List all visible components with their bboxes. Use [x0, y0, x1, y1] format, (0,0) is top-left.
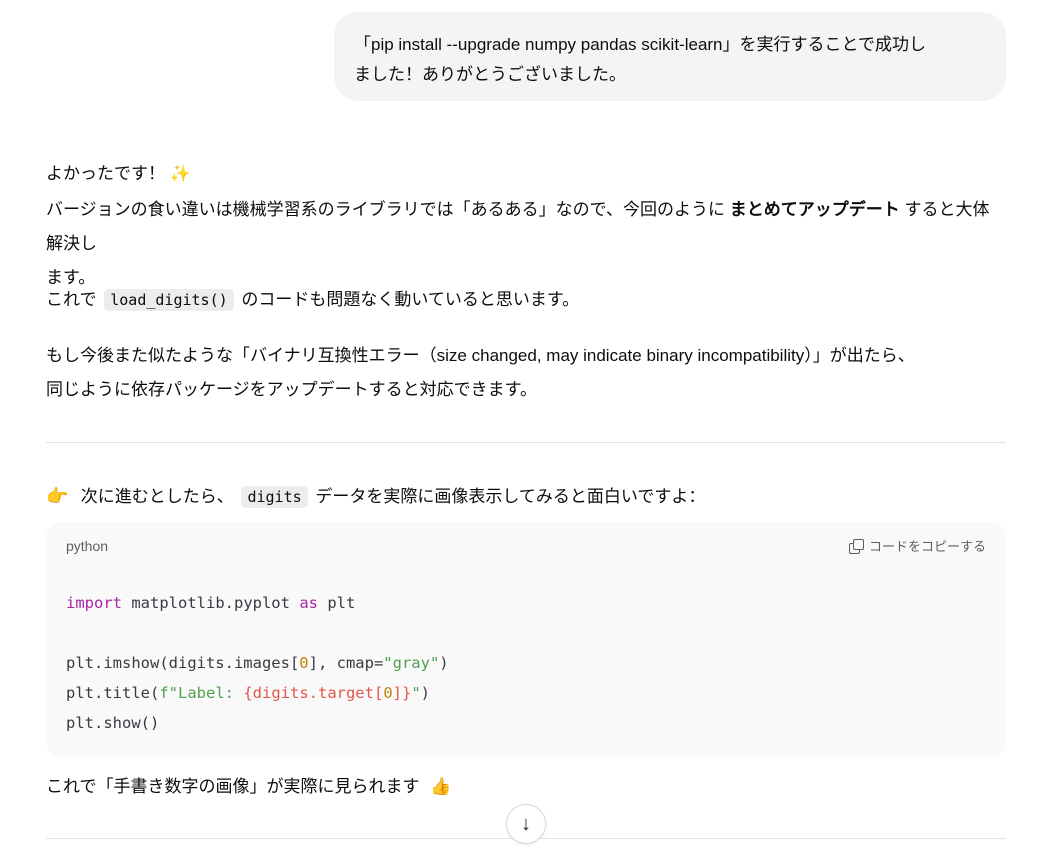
paragraph-text: 次に進むとしたら、 — [80, 487, 234, 506]
pointing-hand-icon: 👉 — [46, 486, 69, 506]
bold-text: まとめてアップデート — [729, 200, 900, 219]
paragraph-text: バージョンの食い違いは機械学習系のライブラリでは「あるある」なので、今回のように — [46, 200, 725, 219]
assistant-paragraph-3: もし今後また似たような「バイナリ互換性エラー（size changed, may… — [46, 339, 1006, 407]
closing-line: これで「手書き数字の画像」が実際に見られます 👍 — [46, 770, 1006, 804]
code-block: python コードをコピーする import matplotlib.pyplo… — [46, 522, 1006, 757]
user-message-line: ました！ありがとうございました。 — [354, 65, 626, 84]
user-message-line: 「pip install --upgrade numpy pandas scik… — [354, 35, 927, 54]
assistant-paragraph-1: バージョンの食い違いは機械学習系のライブラリでは「あるある」なので、今回のように… — [46, 193, 1006, 295]
user-message-bubble: 「pip install --upgrade numpy pandas scik… — [334, 12, 1006, 101]
code-content: import matplotlib.pyplot as plt plt.imsh… — [66, 594, 449, 732]
copy-code-button[interactable]: コードをコピーする — [848, 536, 986, 555]
paragraph-text: のコードも問題なく動いていると思います。 — [241, 290, 580, 309]
scroll-down-button[interactable]: ↓ — [506, 804, 546, 844]
paragraph-text: データを実際に画像表示してみると面白いですよ： — [315, 487, 706, 506]
sparkle-icon: ✨ — [169, 164, 191, 183]
next-step-line: 👉 次に進むとしたら、 digits データを実際に画像表示してみると面白いです… — [46, 479, 1006, 514]
thumbs-up-icon: 👍 — [430, 777, 452, 796]
paragraph-text: もし今後また似たような「バイナリ互換性エラー（size changed, may… — [46, 346, 915, 365]
inline-code: digits — [241, 486, 308, 508]
code-language-label: python — [66, 538, 109, 554]
inline-code: load_digits() — [104, 289, 234, 311]
assistant-greeting: よかったです！ ✨ — [46, 157, 1006, 191]
greeting-text: よかったです！ — [46, 164, 165, 183]
assistant-paragraph-2: これで load_digits() のコードも問題なく動いていると思います。 — [46, 283, 1006, 317]
copy-code-label: コードをコピーする — [868, 539, 986, 554]
copy-icon — [848, 538, 864, 554]
arrow-down-icon: ↓ — [521, 812, 531, 835]
section-divider — [46, 442, 1006, 443]
paragraph-text: 同じように依存パッケージをアップデートすると対応できます。 — [46, 380, 537, 399]
paragraph-text: これで — [46, 290, 97, 309]
paragraph-text: これで「手書き数字の画像」が実際に見られます — [46, 777, 420, 796]
